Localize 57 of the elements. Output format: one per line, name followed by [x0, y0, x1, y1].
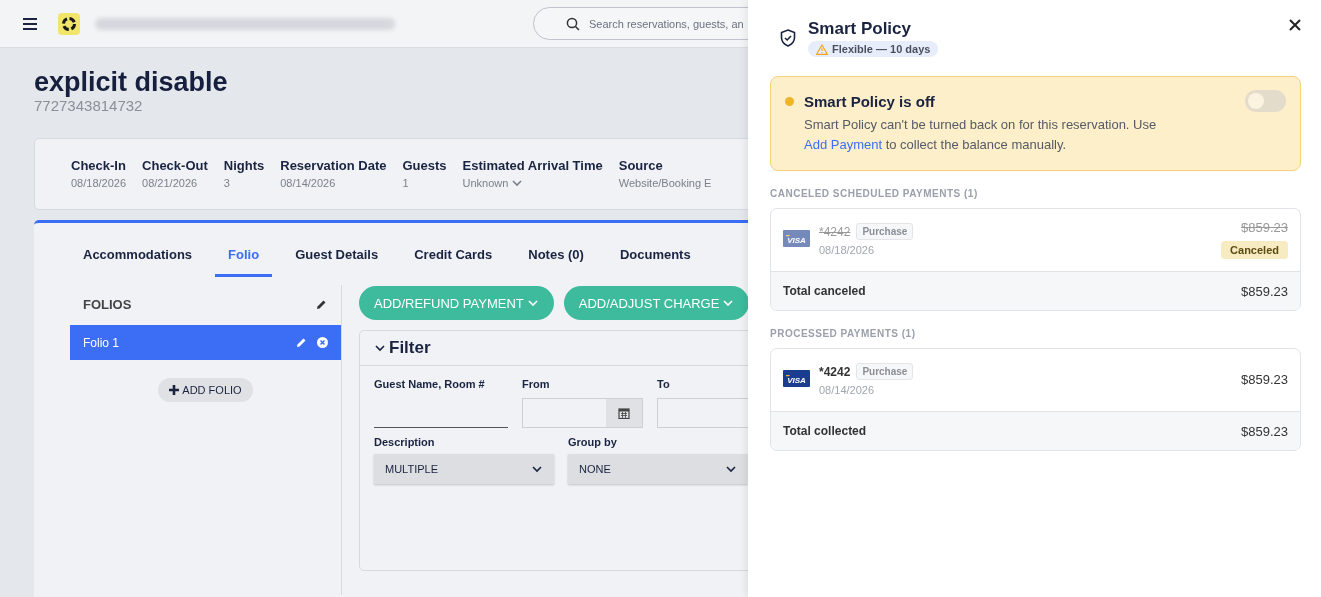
- detail-value: 08/18/2026: [71, 177, 127, 189]
- payment-amount: $859.23: [1241, 372, 1288, 387]
- detail-value: 08/21/2026: [142, 177, 199, 189]
- field-label: From: [522, 378, 551, 392]
- detail-value: 08/14/2026: [280, 177, 337, 189]
- alert-title: Smart Policy is off: [804, 92, 936, 110]
- alert-message: Smart Policy can't be turned back on for this reservation. Use Add Payment to collect the balance manually.: [804, 116, 1158, 154]
- detail-value: 3: [223, 177, 231, 189]
- policy-badge: Flexible — 10 days: [808, 41, 939, 57]
- total-amount: $859.23: [1241, 283, 1288, 299]
- tab[interactable]: Accommodations: [70, 243, 206, 277]
- detail-value: 1: [402, 177, 410, 189]
- folios-heading: FOLIOS: [83, 296, 132, 312]
- detail-label: Estimated Arrival Time: [462, 158, 603, 173]
- payment-date: 08/14/2026: [819, 384, 876, 396]
- folio-name: Folio 1: [83, 335, 121, 350]
- detail-label: Nights: [223, 158, 265, 173]
- tab[interactable]: Folio: [215, 243, 273, 277]
- visa-card-icon: VISA: [783, 230, 810, 247]
- status-badge: Canceled: [1221, 241, 1288, 259]
- tab[interactable]: Credit Cards: [401, 243, 506, 277]
- total-label: Total canceled: [783, 284, 866, 298]
- section-heading: PROCESSED PAYMENTS (1): [770, 328, 917, 339]
- detail-label: Guests: [402, 158, 447, 173]
- payment-type-tag: Purchase: [856, 223, 914, 240]
- field-label: Guest Name, Room #: [374, 378, 486, 392]
- total-label: Total collected: [783, 424, 867, 438]
- payment-amount: $859.23: [1241, 220, 1288, 235]
- search-field[interactable]: Search reservations, guests, an: [533, 7, 748, 40]
- reservation-name: explicit disable: [34, 67, 229, 97]
- arrival-dropdown[interactable]: Unknown: [462, 177, 524, 189]
- payment-type-tag: Purchase: [856, 363, 914, 380]
- field-label: Group by: [568, 436, 618, 450]
- tab[interactable]: Documents: [606, 243, 704, 277]
- field-label: To: [657, 378, 671, 392]
- folio-item[interactable]: Folio 1: [70, 325, 341, 360]
- visa-card-icon: VISA: [783, 370, 810, 387]
- field-label: Description: [374, 436, 436, 450]
- detail-label: Source: [618, 158, 664, 173]
- section-heading: CANCELED SCHEDULED PAYMENTS (1): [770, 188, 979, 199]
- total-amount: $859.23: [1241, 423, 1288, 439]
- panel-title: Smart Policy: [808, 19, 912, 39]
- select-field[interactable]: NONE: [568, 454, 748, 484]
- detail-label: Check-Out: [142, 158, 208, 173]
- tab[interactable]: Notes (0): [515, 243, 597, 277]
- detail-value: Website/Booking E: [618, 177, 712, 189]
- card-number: *4242: [819, 364, 851, 379]
- reservation-number: 7727343814732: [34, 97, 144, 114]
- add-payment-link[interactable]: Add Payment: [804, 137, 883, 152]
- detail-label: Check-In: [71, 158, 127, 173]
- select-field[interactable]: MULTIPLE: [374, 454, 554, 484]
- payment-date: 08/18/2026: [819, 244, 876, 256]
- tab[interactable]: Guest Details: [282, 243, 392, 277]
- detail-label: Reservation Date: [280, 158, 387, 173]
- filter-toggle[interactable]: Filter: [360, 331, 445, 365]
- card-number: *4242: [819, 224, 851, 239]
- add-folio-button[interactable]: ADD FOLIO: [158, 378, 253, 402]
